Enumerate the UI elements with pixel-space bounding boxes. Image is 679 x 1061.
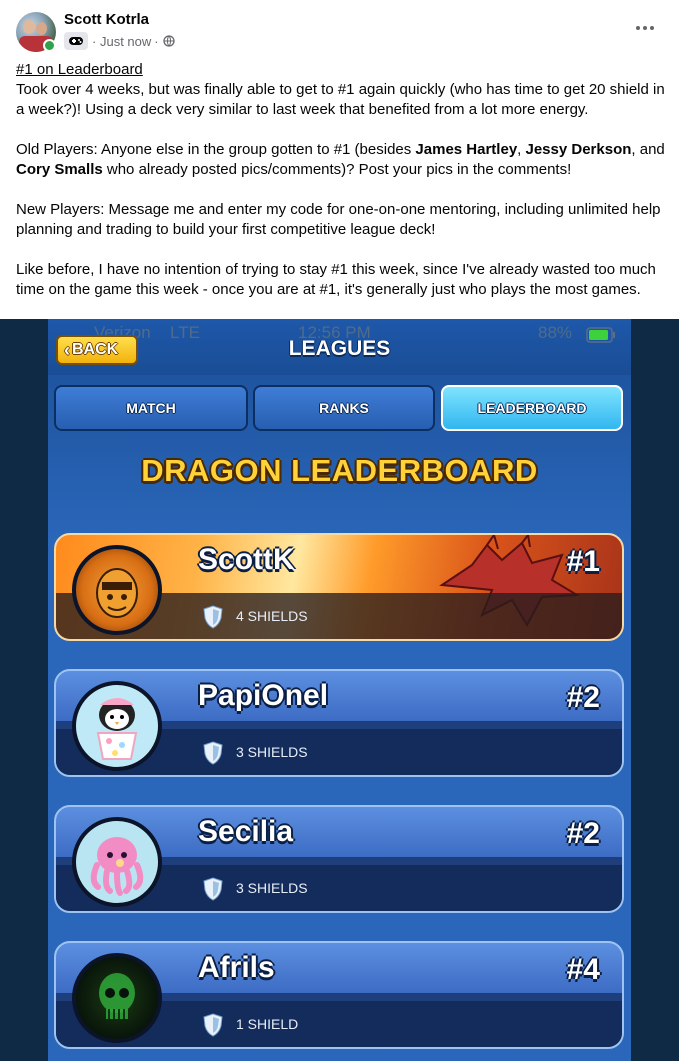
player-name: PapiOnel (198, 679, 329, 712)
post-paragraph-2: Old Players: Anyone else in the group go… (16, 140, 666, 180)
mention-cory-smalls[interactable]: Cory Smalls (16, 161, 103, 178)
globe-icon[interactable] (162, 35, 175, 47)
meta-separator-2: · (154, 33, 159, 49)
online-status-dot (43, 39, 56, 52)
game-topbar: Verizon LTE 12:56 PM 88% ‹ BACK LEAGUES (48, 319, 631, 375)
player-avatar (72, 545, 162, 635)
league-tabs: MATCH RANKS LEADERBOARD (54, 385, 624, 431)
post-paragraph-1: Took over 4 weeks, but was finally able … (16, 81, 665, 118)
tab-match[interactable]: MATCH (54, 385, 248, 431)
leaderboard-row[interactable]: ScottK #1 4 SHIELDS (54, 533, 624, 641)
shield-icon (203, 877, 223, 901)
mention-james-hartley[interactable]: James Hartley (415, 141, 517, 158)
game-screen: Verizon LTE 12:56 PM 88% ‹ BACK LEAGUES M… (48, 319, 631, 1061)
author-name[interactable]: Scott Kotrla (64, 11, 149, 28)
shield-count: 3 SHIELDS (236, 744, 308, 760)
game-controller-icon[interactable] (64, 32, 88, 50)
post-paragraph-3: New Players: Message me and enter my cod… (16, 201, 661, 238)
page-title: LEAGUES (288, 337, 391, 360)
player-avatar (72, 953, 162, 1043)
mention-jessy-derkson[interactable]: Jessy Derkson (526, 141, 632, 158)
attached-screenshot[interactable]: Verizon LTE 12:56 PM 88% ‹ BACK LEAGUES M… (0, 319, 679, 1061)
leaderboard-row[interactable]: Secilia #2 3 SHIELDS (54, 805, 624, 913)
player-avatar (72, 817, 162, 907)
player-name: ScottK (198, 543, 295, 576)
shield-icon (203, 605, 223, 629)
shield-count: 1 SHIELD (236, 1016, 299, 1032)
more-options-icon[interactable] (631, 18, 659, 38)
leaderboard-row[interactable]: Afrils #4 1 SHIELD (54, 941, 624, 1049)
p2-end: who already posted pics/comments)? Post … (102, 161, 572, 178)
post-title-link[interactable]: #1 on Leaderboard (16, 61, 143, 78)
p2-start: Old Players: Anyone else in the group go… (16, 141, 416, 158)
post-paragraph-4: Like before, I have no intention of tryi… (16, 261, 656, 298)
player-rank: #4 (566, 953, 600, 986)
shield-count: 3 SHIELDS (236, 880, 308, 896)
post-meta: · Just now · (64, 32, 175, 50)
player-name: Secilia (198, 815, 294, 848)
shield-icon (203, 741, 223, 765)
post-timestamp[interactable]: Just now (100, 34, 151, 49)
player-rank: #2 (566, 681, 600, 714)
player-rank: #1 (566, 545, 600, 578)
shield-icon (203, 1013, 223, 1037)
player-rank: #2 (566, 817, 600, 850)
post-header: Scott Kotrla · Just now · (0, 0, 679, 62)
player-avatar (72, 681, 162, 771)
tab-leaderboard[interactable]: LEADERBOARD (441, 385, 623, 431)
post-text: #1 on Leaderboard Took over 4 weeks, but… (16, 60, 666, 320)
player-name: Afrils (198, 951, 275, 984)
p2-and: , and (631, 141, 665, 158)
p2-comma: , (517, 141, 526, 158)
leaderboard-row[interactable]: PapiOnel #2 3 SHIELDS (54, 669, 624, 777)
tab-ranks[interactable]: RANKS (253, 385, 435, 431)
meta-separator: · (92, 33, 97, 49)
shield-count: 4 SHIELDS (236, 608, 308, 624)
leaderboard-title: DRAGON LEADERBOARD (141, 453, 538, 488)
